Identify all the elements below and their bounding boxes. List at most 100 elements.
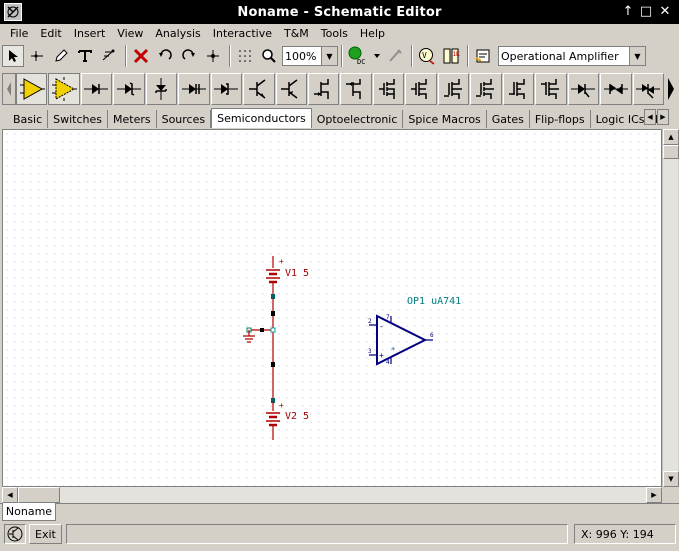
pjfet-icon xyxy=(346,79,361,99)
part-igbt-button[interactable] xyxy=(502,73,535,105)
menu-tm[interactable]: T&M xyxy=(278,27,315,40)
part-diac-button[interactable] xyxy=(600,73,632,105)
part-nmos-button[interactable] xyxy=(372,73,405,105)
pencil-icon xyxy=(55,49,68,62)
flip-button[interactable] xyxy=(202,45,224,67)
probe-button[interactable] xyxy=(384,45,406,67)
tab-optoelectronic[interactable]: Optoelectronic xyxy=(312,110,404,128)
part-zener-button[interactable] xyxy=(113,73,145,105)
part-pmos-button[interactable] xyxy=(405,73,437,105)
tab-document-noname[interactable]: Noname xyxy=(2,503,56,521)
vertical-scrollbar[interactable]: ▲ ▼ xyxy=(662,129,679,487)
component-search-button[interactable] xyxy=(472,45,494,67)
rotate-right-button[interactable] xyxy=(178,45,200,67)
schematic-canvas[interactable]: + V1 5 + V2 5 OP1 uA741 2 3 6 7 4 - + + xyxy=(2,129,662,487)
tab-flip-flops[interactable]: Flip-flops xyxy=(530,110,591,128)
njfet-icon xyxy=(313,79,329,99)
menu-bar: File Edit Insert View Analysis Interacti… xyxy=(0,24,679,42)
triac-icon xyxy=(636,84,661,99)
battery-v1[interactable]: + V1 5 xyxy=(266,256,309,296)
exit-button[interactable]: Exit xyxy=(29,524,62,544)
opamp-5pin-icon xyxy=(51,77,77,101)
component-select[interactable]: Operational Amplifier ▼ xyxy=(498,46,646,66)
opamp-uA741[interactable]: OP1 uA741 2 3 6 7 4 - + + xyxy=(368,296,461,366)
parts-scroll-right-button[interactable] xyxy=(665,73,677,105)
parts-scroll-left-button[interactable] xyxy=(2,73,16,105)
part-opamp-button[interactable] xyxy=(15,73,48,105)
menu-help[interactable]: Help xyxy=(354,27,391,40)
ground-connection[interactable] xyxy=(243,327,276,343)
diode-icon xyxy=(84,84,109,94)
menu-interactive[interactable]: Interactive xyxy=(207,27,278,40)
tab-switches[interactable]: Switches xyxy=(48,110,108,128)
chevron-down-icon[interactable]: ▼ xyxy=(321,47,337,65)
horizontal-scrollbar[interactable]: ◀ ▶ xyxy=(2,487,662,503)
status-bar: Exit X: 996 Y: 194 xyxy=(0,522,679,546)
npn-transistor-icon xyxy=(248,79,266,99)
menu-insert[interactable]: Insert xyxy=(68,27,112,40)
text-tool-button[interactable] xyxy=(74,45,96,67)
tab-spice-macros[interactable]: Spice Macros xyxy=(403,110,487,128)
parts-toolbar xyxy=(2,71,677,107)
document-tabs: Noname xyxy=(0,503,679,521)
part-mosfet-sub-button[interactable] xyxy=(535,73,567,105)
part-varactor-button[interactable] xyxy=(178,73,210,105)
tab-gates[interactable]: Gates xyxy=(487,110,530,128)
zoom-button[interactable] xyxy=(258,45,280,67)
menu-edit[interactable]: Edit xyxy=(34,27,67,40)
grid-toggle-button[interactable] xyxy=(234,45,256,67)
scroll-up-icon[interactable]: ▲ xyxy=(663,129,679,145)
bus-tool-button[interactable] xyxy=(98,45,120,67)
part-tunnel-diode-button[interactable] xyxy=(210,73,243,105)
window-maximize-icon[interactable]: □ xyxy=(638,4,654,20)
rotate-left-button[interactable] xyxy=(154,45,176,67)
vertical-scroll-thumb[interactable] xyxy=(663,145,679,159)
menu-analysis[interactable]: Analysis xyxy=(149,27,206,40)
part-scr-button[interactable] xyxy=(567,73,600,105)
transistor-status-button[interactable] xyxy=(4,524,26,544)
zoom-combo[interactable]: 100% ▼ xyxy=(282,46,338,66)
arrow-left-icon xyxy=(6,82,11,96)
window-close-icon[interactable]: ✕ xyxy=(657,4,673,20)
tab-basic[interactable]: Basic xyxy=(8,110,49,128)
mosfet-substrate-icon xyxy=(541,79,560,99)
menu-view[interactable]: View xyxy=(111,27,149,40)
horizontal-scroll-thumb[interactable] xyxy=(18,487,60,503)
dc-dropdown-button[interactable] xyxy=(372,45,382,67)
scroll-down-icon[interactable]: ▼ xyxy=(663,471,679,487)
dc-indicator-icon: DC xyxy=(348,46,365,66)
part-led-diode-button[interactable] xyxy=(145,73,178,105)
svg-text:1K: 1K xyxy=(453,51,461,58)
tabs-scroll-left-icon[interactable]: ◀ xyxy=(644,109,656,125)
tab-semiconductors[interactable]: Semiconductors xyxy=(211,108,312,128)
pencil-tool-button[interactable] xyxy=(50,45,72,67)
select-pointer-button[interactable] xyxy=(2,45,24,67)
menu-tools[interactable]: Tools xyxy=(315,27,354,40)
tab-sources[interactable]: Sources xyxy=(157,110,212,128)
voltmeter-button[interactable]: V xyxy=(416,45,438,67)
tabs-scroll-right-icon[interactable]: ▶ xyxy=(657,109,669,125)
part-opamp-5pin-button[interactable] xyxy=(48,73,80,105)
part-nmos-depl-button[interactable] xyxy=(437,73,470,105)
chevron-down-icon[interactable]: ▼ xyxy=(629,47,645,65)
part-pnp-button[interactable] xyxy=(275,73,307,105)
battery-v2[interactable]: + V2 5 xyxy=(266,401,309,440)
dc-analysis-button[interactable]: DC xyxy=(346,45,370,67)
scroll-right-icon[interactable]: ▶ xyxy=(646,487,662,503)
part-pmos-depl-button[interactable] xyxy=(470,73,502,105)
scroll-left-icon[interactable]: ◀ xyxy=(2,487,18,503)
tab-meters[interactable]: Meters xyxy=(108,110,157,128)
menu-file[interactable]: File xyxy=(4,27,34,40)
app-icon[interactable] xyxy=(4,3,22,21)
part-njfet-button[interactable] xyxy=(308,73,340,105)
window-up-icon[interactable]: ↑ xyxy=(620,4,636,20)
part-diode-button[interactable] xyxy=(80,73,113,105)
delete-button[interactable] xyxy=(130,45,152,67)
ammeter-button[interactable]: 1K xyxy=(440,45,462,67)
toolbar-separator xyxy=(467,45,469,67)
part-triac-button[interactable] xyxy=(632,73,665,105)
pnp-transistor-icon xyxy=(281,79,298,99)
wire-tool-button[interactable] xyxy=(26,45,48,67)
part-pjfet-button[interactable] xyxy=(340,73,372,105)
part-npn-button[interactable] xyxy=(243,73,275,105)
